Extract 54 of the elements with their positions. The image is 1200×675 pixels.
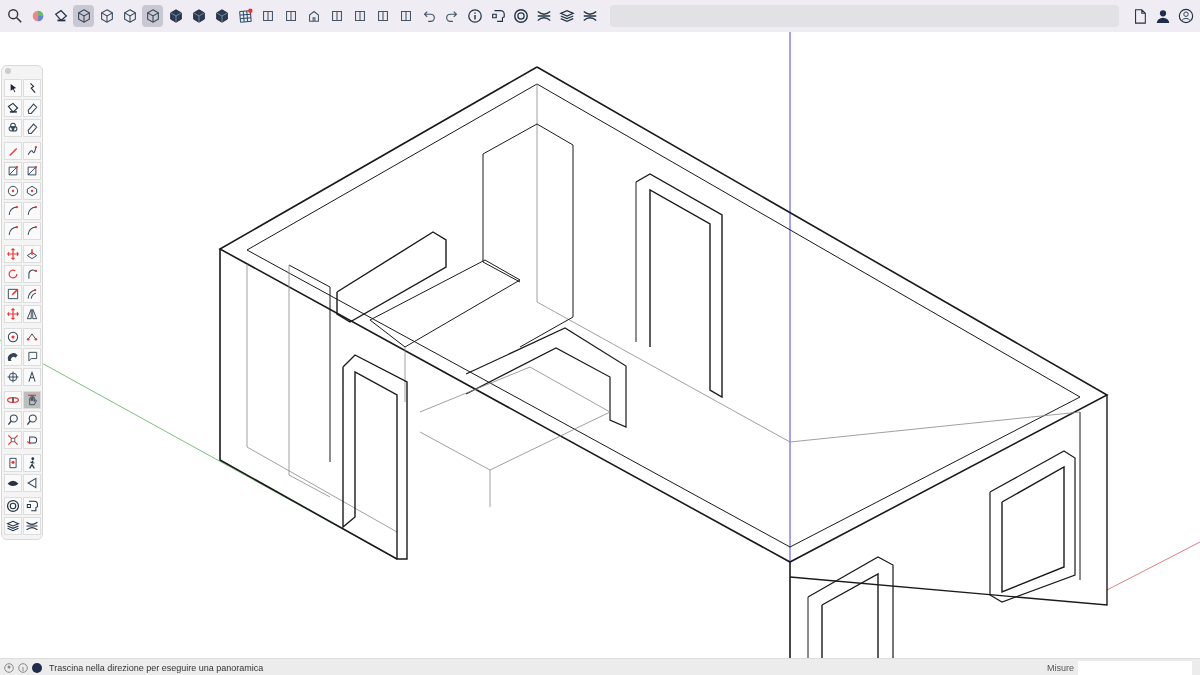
search-icon — [6, 8, 23, 24]
move-arrows-icon — [5, 247, 20, 261]
cube-icon — [167, 8, 184, 24]
polygon-icon — [24, 184, 39, 198]
stack-icon — [5, 519, 20, 533]
scale-icon — [5, 287, 20, 301]
tool-button[interactable] — [3, 182, 22, 200]
offset-icon — [24, 287, 39, 301]
tool-button[interactable] — [22, 119, 41, 137]
redo-icon — [443, 8, 460, 24]
measurements-field[interactable] — [1078, 660, 1192, 675]
crossed-lines-icon — [24, 519, 39, 533]
toolbar-button[interactable] — [73, 5, 94, 27]
cube-icon — [98, 8, 115, 24]
cube-icon — [144, 8, 161, 24]
tool-button[interactable] — [3, 474, 22, 492]
grid-icon — [236, 8, 253, 24]
tool-button[interactable] — [3, 517, 22, 535]
person-icon — [1154, 8, 1171, 24]
protractor-icon — [5, 350, 20, 364]
zoom-extents-icon — [5, 433, 20, 447]
info-icon — [466, 8, 483, 24]
magnifier-icon — [5, 413, 20, 427]
crossed-lines-icon — [535, 8, 552, 24]
rectangle-icon — [24, 164, 39, 178]
tool-button[interactable] — [22, 454, 41, 472]
cube-icon — [121, 8, 138, 24]
tool-button[interactable] — [22, 368, 41, 386]
crossed-lines-icon — [581, 8, 598, 24]
magnifier-icon — [24, 413, 39, 427]
mirror-icon — [24, 307, 39, 321]
tool-button[interactable] — [3, 348, 22, 366]
tool-button[interactable] — [22, 411, 41, 429]
measurements-label: Misure — [1047, 662, 1074, 673]
palette-drag-handle[interactable] — [5, 68, 11, 74]
tool-button[interactable] — [3, 368, 22, 386]
tool-button[interactable] — [3, 411, 22, 429]
status-message: Trascina nella direzione per eseguire una panoramica — [49, 662, 265, 673]
rectangle-icon — [5, 164, 20, 178]
cube-icon — [190, 8, 207, 24]
cube-icon — [213, 8, 230, 24]
toolbar-button[interactable] — [142, 5, 163, 27]
push-pull-icon — [24, 247, 39, 261]
account-icon — [1177, 8, 1194, 24]
axes-icon — [5, 370, 20, 384]
tool-button[interactable] — [22, 99, 41, 117]
cube-icon — [75, 8, 92, 24]
stack-icon — [558, 8, 575, 24]
move-arrows-icon — [5, 307, 20, 321]
tool-button[interactable] — [3, 79, 22, 97]
circle-icon — [5, 184, 20, 198]
eraser-icon — [24, 121, 39, 135]
tool-button[interactable] — [22, 517, 41, 535]
eraser-icon — [24, 101, 39, 115]
